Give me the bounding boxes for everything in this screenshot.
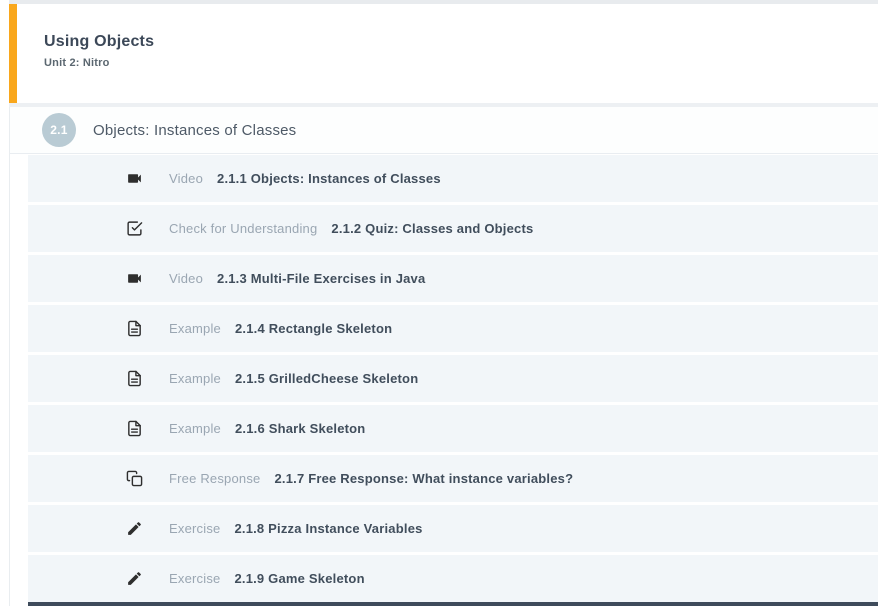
activity-title-link[interactable]: 2.1.3 Multi-File Exercises in Java [217,271,425,286]
activity-type-label: Free Response [169,471,260,486]
unit-header-card: Using Objects Unit 2: Nitro [9,4,878,103]
pencil-icon [125,570,143,588]
lesson-title: Objects: Instances of Classes [93,122,296,139]
file-text-icon [125,420,143,438]
curriculum-page: Using Objects Unit 2: Nitro 2.1 Objects:… [0,0,878,606]
activity-type-label: Example [169,371,221,386]
check-square-icon [125,220,143,238]
activity-row[interactable]: Exercise 2.1.8 Pizza Instance Variables [28,505,878,552]
activity-type-label: Video [169,271,203,286]
activity-type-label: Example [169,421,221,436]
activity-list: Video 2.1.1 Objects: Instances of Classe… [28,155,878,605]
activity-type-label: Exercise [169,571,220,586]
copy-icon [125,470,143,488]
page-title: Using Objects [44,32,878,51]
pencil-icon [125,520,143,538]
file-text-icon [125,320,143,338]
activity-type-label: Check for Understanding [169,221,317,236]
activity-row[interactable]: Example 2.1.4 Rectangle Skeleton [28,305,878,352]
activity-row[interactable]: Example 2.1.5 GrilledCheese Skeleton [28,355,878,402]
activity-title-link[interactable]: 2.1.9 Game Skeleton [234,571,364,586]
video-icon [125,170,143,188]
activity-row[interactable]: Video 2.1.3 Multi-File Exercises in Java [28,255,878,302]
unit-subtitle: Unit 2: Nitro [44,57,878,69]
activity-title-link[interactable]: 2.1.1 Objects: Instances of Classes [217,171,441,186]
activity-title-link[interactable]: 2.1.8 Pizza Instance Variables [234,521,422,536]
activity-title-link[interactable]: 2.1.4 Rectangle Skeleton [235,321,392,336]
video-icon [125,270,143,288]
activity-title-link[interactable]: 2.1.7 Free Response: What instance varia… [274,471,573,486]
activity-row[interactable]: Video 2.1.1 Objects: Instances of Classe… [28,155,878,202]
lesson-number-badge: 2.1 [42,113,76,147]
activity-title-link[interactable]: 2.1.2 Quiz: Classes and Objects [331,221,533,236]
activity-type-label: Exercise [169,521,220,536]
activity-row[interactable]: Free Response 2.1.7 Free Response: What … [28,455,878,502]
activity-type-label: Example [169,321,221,336]
activity-row[interactable]: Check for Understanding 2.1.2 Quiz: Clas… [28,205,878,252]
activity-title-link[interactable]: 2.1.6 Shark Skeleton [235,421,365,436]
activity-row[interactable]: Exercise 2.1.9 Game Skeleton [28,555,878,602]
next-section-edge-bar [28,602,878,606]
file-text-icon [125,370,143,388]
lesson-section-header: 2.1 Objects: Instances of Classes [10,107,878,154]
activity-title-link[interactable]: 2.1.5 GrilledCheese Skeleton [235,371,418,386]
activity-type-label: Video [169,171,203,186]
page-left-border [9,103,10,606]
activity-row[interactable]: Example 2.1.6 Shark Skeleton [28,405,878,452]
